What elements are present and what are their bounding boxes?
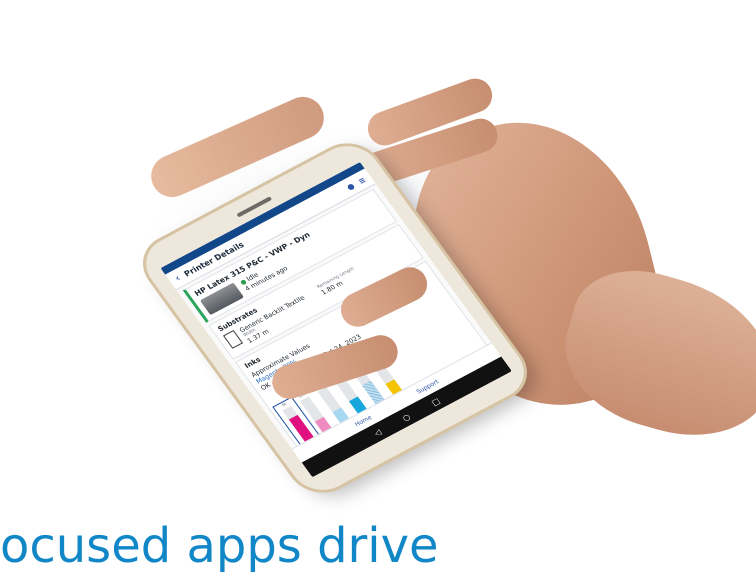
scene: ‹ Printer Details ● ≡ HP Latex 315 P&C -… <box>0 0 756 581</box>
menu-icon[interactable]: ≡ <box>356 175 367 185</box>
recent-nav-icon[interactable]: □ <box>430 396 442 407</box>
back-nav-icon[interactable]: ◁ <box>372 427 383 437</box>
back-icon[interactable]: ‹ <box>173 273 183 284</box>
home-nav-icon[interactable]: ○ <box>400 412 412 423</box>
document-icon <box>222 330 244 349</box>
bell-icon[interactable]: ● <box>345 181 357 192</box>
headline: ocused apps drive <box>0 518 439 574</box>
